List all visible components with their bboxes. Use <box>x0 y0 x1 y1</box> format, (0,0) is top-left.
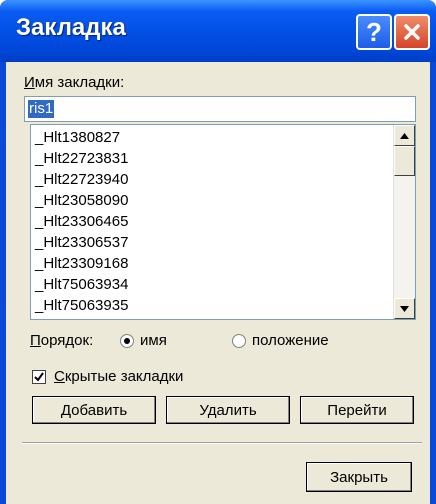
add-button[interactable]: Добавить <box>32 396 156 424</box>
list-item[interactable]: _Hlt23306537 <box>35 233 128 252</box>
checkmark-icon <box>34 372 44 382</box>
sort-by-name-label[interactable]: имя <box>140 332 167 349</box>
help-button[interactable]: ? <box>356 14 392 50</box>
scroll-down-button[interactable] <box>394 298 415 319</box>
help-icon: ? <box>366 16 382 47</box>
sort-order-label: Порядок: <box>30 332 94 349</box>
delete-button[interactable]: Удалить <box>166 396 290 424</box>
list-item[interactable]: _Hlt23309168 <box>35 254 128 273</box>
vertical-scrollbar[interactable] <box>393 125 415 319</box>
bookmark-list[interactable]: _Hlt1380827 _Hlt22723831 _Hlt22723940 _H… <box>30 124 416 320</box>
list-item[interactable]: _Hlt75063935 <box>35 296 128 315</box>
arrow-up-icon <box>400 132 409 139</box>
window-title: Закладка <box>16 14 126 41</box>
list-item[interactable]: _Hlt22723831 <box>35 149 128 168</box>
sort-by-position-label[interactable]: положение <box>252 332 329 349</box>
scroll-up-button[interactable] <box>394 125 415 146</box>
list-item[interactable]: _Hlt23058090 <box>35 191 128 210</box>
close-icon <box>404 24 420 40</box>
sort-by-position-radio[interactable] <box>232 334 246 348</box>
sort-by-name-radio[interactable] <box>120 334 134 348</box>
title-bar[interactable]: Закладка ? <box>0 0 436 62</box>
hidden-bookmarks-checkbox[interactable] <box>32 370 46 384</box>
list-item[interactable]: _Hlt23306465 <box>35 212 128 231</box>
close-window-button[interactable] <box>394 14 430 50</box>
bookmark-name-label: Имя закладки: <box>24 74 125 91</box>
list-item[interactable]: _Hlt75063934 <box>35 275 128 294</box>
bookmark-dialog: Закладка ? Имя закладки: ris1 _Hlt138082… <box>0 0 436 504</box>
hidden-bookmarks-label[interactable]: Скрытые закладки <box>54 368 183 385</box>
bookmark-name-input[interactable]: ris1 <box>24 96 416 122</box>
separator <box>22 442 422 444</box>
close-button[interactable]: Закрыть <box>306 462 412 492</box>
bookmark-name-value: ris1 <box>28 100 55 118</box>
list-item[interactable]: _Hlt1380827 <box>35 128 120 147</box>
list-item[interactable]: _Hlt22723940 <box>35 170 128 189</box>
scrollbar-thumb[interactable] <box>394 146 415 176</box>
goto-button[interactable]: Перейти <box>300 396 414 424</box>
arrow-down-icon <box>400 305 409 312</box>
